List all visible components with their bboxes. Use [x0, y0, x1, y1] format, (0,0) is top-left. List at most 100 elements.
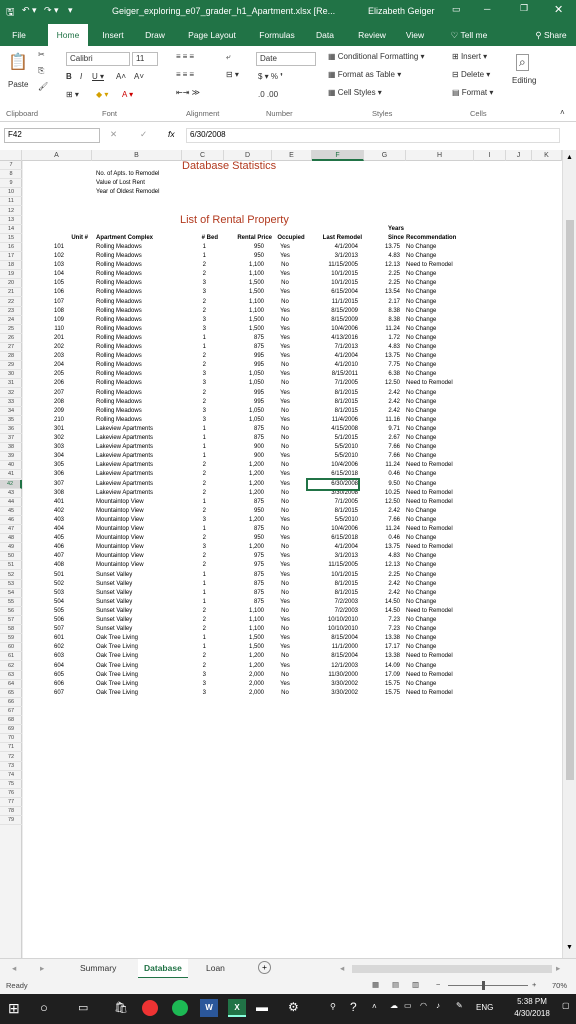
cell-occupied[interactable]: Yes: [272, 398, 298, 407]
header-years[interactable]: Years: [364, 225, 404, 234]
cell-unit[interactable]: 110: [42, 325, 64, 334]
row-header[interactable]: 36: [0, 425, 22, 434]
format-as-table-button[interactable]: ▦ Format as Table ▾: [328, 70, 401, 79]
cell-unit[interactable]: 204: [42, 361, 64, 370]
row-header[interactable]: 49: [0, 543, 22, 553]
header-unit[interactable]: Unit #: [42, 234, 88, 243]
cell-years-since[interactable]: 13.75: [364, 543, 400, 552]
cell-bed[interactable]: 1: [182, 434, 206, 443]
cell-unit[interactable]: 501: [42, 571, 64, 580]
cell-occupied[interactable]: No: [272, 298, 298, 307]
cell-recommendation[interactable]: No Change: [406, 580, 480, 589]
settings-icon[interactable]: ⚙: [288, 1000, 299, 1014]
cell-unit[interactable]: 201: [42, 334, 64, 343]
cell-occupied[interactable]: Yes: [272, 452, 298, 461]
cell-complex[interactable]: Sunset Valley: [96, 571, 184, 580]
cell-unit[interactable]: 304: [42, 452, 64, 461]
share-button[interactable]: ⚲ Share: [530, 24, 572, 46]
cell-last-remodel[interactable]: 8/1/2015: [308, 580, 358, 589]
cell-occupied[interactable]: No: [272, 461, 298, 470]
cell-bed[interactable]: 2: [182, 507, 206, 516]
row-header[interactable]: 71: [0, 743, 22, 753]
row-header[interactable]: 45: [0, 507, 22, 516]
row-header[interactable]: 61: [0, 652, 22, 662]
cell-occupied[interactable]: Yes: [272, 516, 298, 525]
header-recommendation[interactable]: Recommendation: [406, 234, 478, 243]
cell-recommendation[interactable]: No Change: [406, 534, 480, 543]
cell-complex[interactable]: Rolling Meadows: [96, 279, 184, 288]
cell-unit[interactable]: 103: [42, 261, 64, 270]
cell-unit[interactable]: 602: [42, 643, 64, 652]
cell-last-remodel[interactable]: 6/30/2008: [306, 477, 360, 491]
cell-unit[interactable]: 406: [42, 543, 64, 552]
cell-complex[interactable]: Sunset Valley: [96, 616, 184, 625]
cell-rent[interactable]: 1,200: [224, 489, 264, 498]
cell-last-remodel[interactable]: 6/15/2018: [308, 470, 358, 479]
cell-unit[interactable]: 301: [42, 425, 64, 434]
cell-unit[interactable]: 203: [42, 352, 64, 361]
cell-years-since[interactable]: 2.42: [364, 580, 400, 589]
cell-rent[interactable]: 1,100: [224, 607, 264, 616]
cell-bed[interactable]: 2: [182, 307, 206, 316]
cell-complex[interactable]: Oak Tree Living: [96, 671, 184, 680]
restore-icon[interactable]: ❐: [520, 3, 528, 14]
cell-complex[interactable]: Oak Tree Living: [96, 643, 184, 652]
cell-occupied[interactable]: No: [272, 671, 298, 680]
row-header[interactable]: 72: [0, 753, 22, 762]
cell-recommendation[interactable]: No Change: [406, 452, 480, 461]
row-header[interactable]: 75: [0, 780, 22, 789]
cell-years-since[interactable]: 2.25: [364, 571, 400, 580]
header-occupied[interactable]: Occupied: [272, 234, 310, 243]
scroll-down-icon[interactable]: ▼: [566, 944, 573, 951]
cell-unit[interactable]: 401: [42, 498, 64, 507]
cell-rent[interactable]: 995: [224, 389, 264, 398]
tab-insert[interactable]: Insert: [96, 24, 130, 46]
cell-occupied[interactable]: Yes: [272, 307, 298, 316]
cell-last-remodel[interactable]: 6/15/2018: [308, 534, 358, 543]
cell-recommendation[interactable]: No Change: [406, 389, 480, 398]
cell-bed[interactable]: 3: [182, 680, 206, 689]
cell-last-remodel[interactable]: 7/1/2005: [308, 498, 358, 507]
cell-recommendation[interactable]: Need to Remodel: [406, 261, 480, 270]
formula-enter-icon[interactable]: ✓: [140, 129, 147, 140]
cell-last-remodel[interactable]: 7/2/2003: [308, 598, 358, 607]
cell-complex[interactable]: Rolling Meadows: [96, 361, 184, 370]
cell-years-since[interactable]: 13.38: [364, 652, 400, 661]
cell-last-remodel[interactable]: 8/1/2015: [308, 389, 358, 398]
column-header[interactable]: I: [474, 150, 506, 161]
show-hidden-icon[interactable]: ˄: [372, 1002, 377, 1011]
excel-icon[interactable]: X: [228, 999, 246, 1017]
cell-occupied[interactable]: No: [272, 407, 298, 416]
zoom-level[interactable]: 70%: [552, 981, 567, 990]
row-header[interactable]: 18: [0, 261, 22, 271]
cell-rent[interactable]: 1,050: [224, 407, 264, 416]
cell-occupied[interactable]: No: [272, 379, 298, 388]
row-header[interactable]: 37: [0, 434, 22, 444]
cell-complex[interactable]: Mountaintop View: [96, 534, 184, 543]
cell-complex[interactable]: Rolling Meadows: [96, 307, 184, 316]
cell-bed[interactable]: 1: [182, 334, 206, 343]
notifications-icon[interactable]: ▢: [562, 1001, 570, 1010]
row-header[interactable]: 53: [0, 580, 22, 589]
worksheet-grid[interactable]: Database Statistics No. of Apts. to Remod…: [22, 160, 562, 958]
cell-unit[interactable]: 405: [42, 534, 64, 543]
cell-rent[interactable]: 875: [224, 425, 264, 434]
cell-rent[interactable]: 995: [224, 361, 264, 370]
cell-occupied[interactable]: Yes: [272, 616, 298, 625]
cell-rent[interactable]: 950: [224, 507, 264, 516]
cell-occupied[interactable]: Yes: [272, 470, 298, 479]
cell-rent[interactable]: 1,200: [224, 480, 264, 489]
new-sheet-icon[interactable]: +: [258, 961, 271, 974]
cell-rent[interactable]: 900: [224, 452, 264, 461]
cell-recommendation[interactable]: No Change: [406, 407, 480, 416]
cell-complex[interactable]: Mountaintop View: [96, 498, 184, 507]
cell-bed[interactable]: 2: [182, 398, 206, 407]
cell-occupied[interactable]: Yes: [272, 561, 298, 570]
cell-bed[interactable]: 1: [182, 252, 206, 261]
cell-recommendation[interactable]: Need to Remodel: [406, 671, 480, 680]
cell-recommendation[interactable]: No Change: [406, 625, 480, 634]
cell-recommendation[interactable]: Need to Remodel: [406, 543, 480, 552]
cell-rent[interactable]: 2,000: [224, 680, 264, 689]
cell-unit[interactable]: 408: [42, 561, 64, 570]
row-header[interactable]: 63: [0, 671, 22, 680]
